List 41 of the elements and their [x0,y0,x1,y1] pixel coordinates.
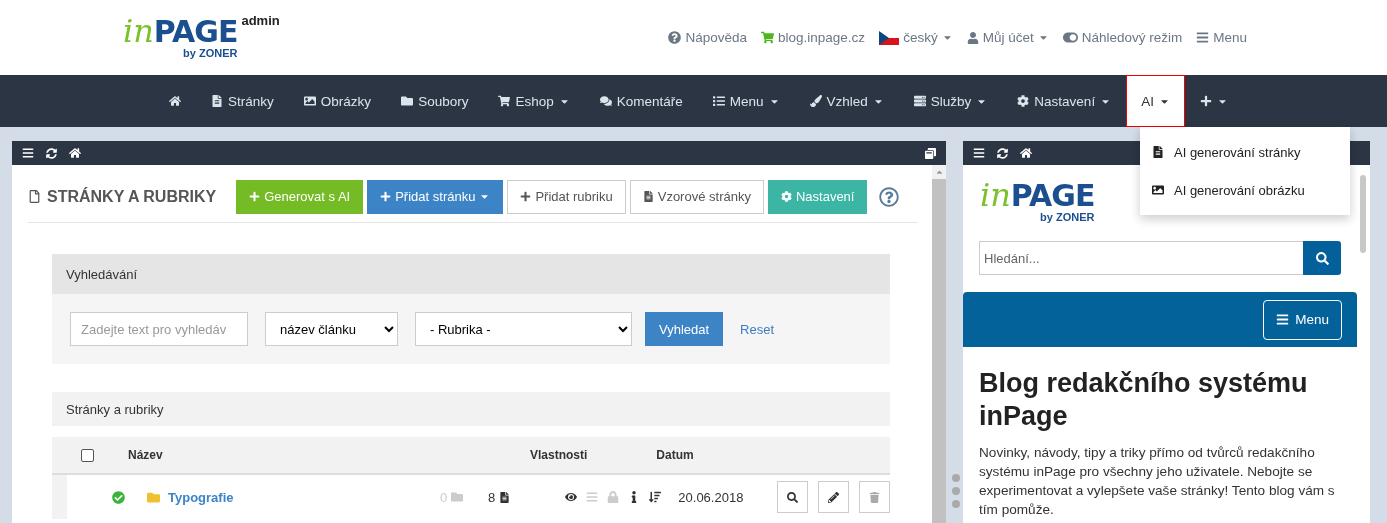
menu-item[interactable]: AI generování obrázku [1140,171,1350,209]
field-select[interactable]: název článku [265,312,398,346]
reset-link[interactable]: Reset [740,321,775,337]
toolbar-button[interactable]: Vzorové stránky [629,179,764,214]
toolbar-button[interactable]: Přidat stránku [367,179,504,214]
nav-item[interactable]: Stránky [196,75,289,127]
title-text: STRÁNKY A RUBRIKY [47,187,217,206]
nav-item[interactable]: Komentáře [584,75,698,127]
category-select[interactable]: - Rubrika - [415,312,632,346]
search-card-header: Vyhledávání [52,254,890,294]
nav-item[interactable]: Menu [697,75,795,127]
header-link[interactable]: Náhledový režim [1062,30,1183,45]
nav-item[interactable]: Služby [898,75,1003,127]
header-link[interactable]: Menu [1196,30,1247,45]
table-title: Stránky a rubriky [52,392,890,426]
page-link[interactable]: Typografie [168,489,417,505]
column-header: Datum [655,448,695,462]
nav-item[interactable]: Vzhled [794,75,899,127]
nav-item[interactable]: Eshop [483,75,585,127]
logo: inPAGE by ZONER [980,179,1095,224]
nav-item[interactable]: AI [1126,75,1185,127]
admin-label: admin [241,13,280,29]
nav-item[interactable]: Soubory [386,75,484,127]
header-link[interactable]: blog.inpage.cz [761,30,866,45]
toolbar-button[interactable]: Přidat rubriku [507,179,626,214]
column-header: Název [128,448,164,462]
nav-item[interactable]: Obrázky [288,75,387,127]
blog-heading: Blog redakčního systému inPage [979,367,1309,434]
page-count: 8 [487,489,496,505]
header-link[interactable]: Můj účet [966,30,1049,45]
header-link[interactable]: český [879,30,953,45]
date-text: 20.06.2018 [678,489,745,505]
search-button[interactable]: Vyhledat [645,312,724,346]
search-field[interactable]: Zadejte text pro vyhledáv [70,312,248,346]
menu-item[interactable]: AI generování stránky [1140,133,1350,171]
search-field[interactable]: Hledání... [979,241,1303,276]
menu-button[interactable]: Menu [1263,299,1342,340]
column-header: Vlastnosti [530,448,589,462]
nav-item[interactable]: Nastavení [1002,75,1127,127]
header-link[interactable]: Nápověda [668,30,748,45]
blog-description: Novinky, návody, tipy a triky přímo od tvůrců redakčního systému inPage pro všechny jeho uživatele. Nebojte se experimentovat a vylepšete vaše stránky! Tento blog vám s tím pomůže. [979,444,1336,520]
